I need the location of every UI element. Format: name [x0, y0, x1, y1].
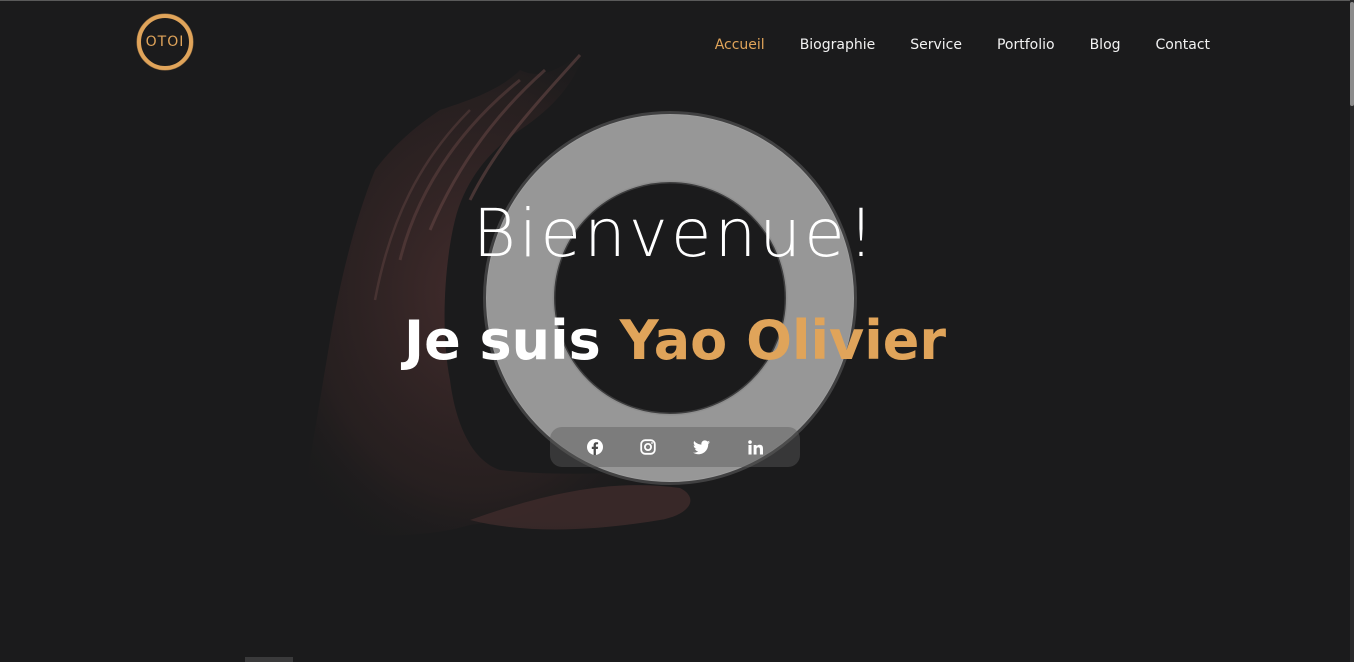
nav-item-service[interactable]: Service [910, 37, 962, 53]
social-links-bar [550, 427, 800, 467]
hero-headline: Bienvenue! [472, 195, 878, 272]
logo-text: OTOI [145, 34, 185, 50]
page: OTOI Accueil Biographie Service Portfoli… [0, 0, 1354, 662]
nav-item-portfolio[interactable]: Portfolio [997, 37, 1055, 53]
twitter-icon[interactable] [693, 438, 711, 456]
nav-item-blog[interactable]: Blog [1090, 37, 1121, 53]
main-nav: Accueil Biographie Service Portfolio Blo… [680, 33, 1210, 57]
site-logo[interactable]: OTOI [135, 12, 195, 72]
scrollbar-thumb[interactable] [1350, 2, 1354, 106]
instagram-icon[interactable] [639, 438, 657, 456]
linkedin-icon[interactable] [746, 438, 764, 456]
nav-item-contact[interactable]: Contact [1156, 37, 1210, 53]
bottom-tab-indicator [245, 657, 293, 662]
top-border [0, 0, 1354, 1]
nav-item-biographie[interactable]: Biographie [800, 37, 876, 53]
nav-item-accueil[interactable]: Accueil [715, 37, 765, 53]
hero-subheadline: Je suis Yao Olivier [0, 306, 1350, 376]
hero-name: Yao Olivier [619, 309, 946, 372]
hero-intro: Je suis [404, 309, 601, 372]
page-scrollbar[interactable] [1350, 0, 1354, 662]
facebook-icon[interactable] [586, 438, 604, 456]
